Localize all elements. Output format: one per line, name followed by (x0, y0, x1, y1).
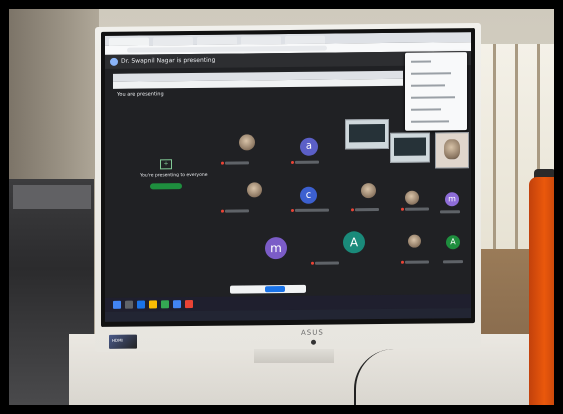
participant-photo (408, 234, 421, 248)
participant-name (440, 210, 460, 214)
participant-name (225, 161, 249, 165)
store-icon[interactable] (173, 300, 181, 309)
menu-item[interactable] (411, 120, 449, 123)
participant-letter-avatar: c (300, 186, 317, 204)
you-presenting-label: You are presenting (117, 91, 164, 98)
menu-item[interactable] (411, 60, 431, 63)
stop-presenting-button[interactable] (150, 183, 182, 190)
start-icon[interactable] (113, 300, 121, 309)
monitor-bezel: Dr. Swapnil Nagar is presenting You are … (101, 28, 475, 327)
participant-name (355, 208, 379, 212)
edge-icon[interactable] (137, 300, 145, 309)
popup-menu (405, 52, 467, 131)
participant-name (295, 208, 329, 212)
thumbnail-content (349, 123, 385, 143)
mic-muted-icon (311, 261, 314, 265)
mic-muted-icon (221, 161, 224, 165)
mic-muted-icon (221, 209, 224, 213)
water-bottle (529, 177, 554, 405)
participant-letter-avatar: m (445, 192, 459, 207)
participant-photo (361, 183, 376, 199)
window-bar (515, 44, 518, 264)
folder-icon[interactable] (149, 300, 157, 309)
stop-sharing-button[interactable] (265, 286, 285, 293)
shared-screen-thumbnail[interactable] (390, 132, 430, 163)
window-bar (493, 44, 496, 264)
participant-name (295, 160, 319, 164)
participant-letter-avatar: m (265, 237, 287, 260)
menu-item[interactable] (411, 72, 451, 75)
chrome-icon[interactable] (161, 300, 169, 309)
mic-muted-icon (291, 208, 294, 212)
monitor-screen: Dr. Swapnil Nagar is presenting You are … (105, 32, 471, 322)
presenter-banner: Dr. Swapnil Nagar is presenting (121, 56, 216, 65)
participant-name (315, 261, 339, 265)
printer-tray (13, 185, 91, 209)
sticker-label: HDMI (112, 337, 123, 343)
participant-photo (239, 134, 255, 151)
monitor: Dr. Swapnil Nagar is presenting You are … (95, 22, 481, 353)
mic-muted-icon (401, 207, 404, 211)
menu-item[interactable] (411, 108, 441, 111)
camera-tile[interactable] (435, 132, 469, 169)
webcam (311, 339, 316, 345)
menu-item[interactable] (411, 84, 445, 87)
participant-letter-avatar: A (446, 235, 460, 250)
thumbnail-content (394, 137, 426, 156)
participant-name (225, 209, 249, 213)
participant-photo (405, 190, 419, 205)
monitor-stand (254, 349, 334, 363)
presenter-avatar (110, 57, 118, 66)
participant-photo (247, 182, 262, 198)
mic-muted-icon (351, 208, 354, 212)
participant-name (405, 207, 429, 211)
shared-screen-thumbnail[interactable] (345, 118, 389, 150)
participant-letter-avatar: a (300, 137, 318, 156)
menu-item[interactable] (411, 96, 455, 99)
mic-muted-icon (401, 260, 404, 264)
search-icon[interactable] (125, 300, 133, 309)
mic-muted-icon (291, 160, 294, 164)
present-icon: + (160, 159, 172, 170)
participant-name (443, 260, 463, 264)
photo-scene: Dr. Swapnil Nagar is presenting You are … (9, 9, 554, 405)
participant-name (405, 260, 429, 264)
participant-letter-avatar: A (343, 231, 365, 254)
mail-icon[interactable] (185, 299, 193, 309)
present-message: You're presenting to everyone (140, 172, 208, 179)
monitor-brand-logo: ASUS (301, 328, 324, 337)
participant-photo (444, 139, 460, 160)
